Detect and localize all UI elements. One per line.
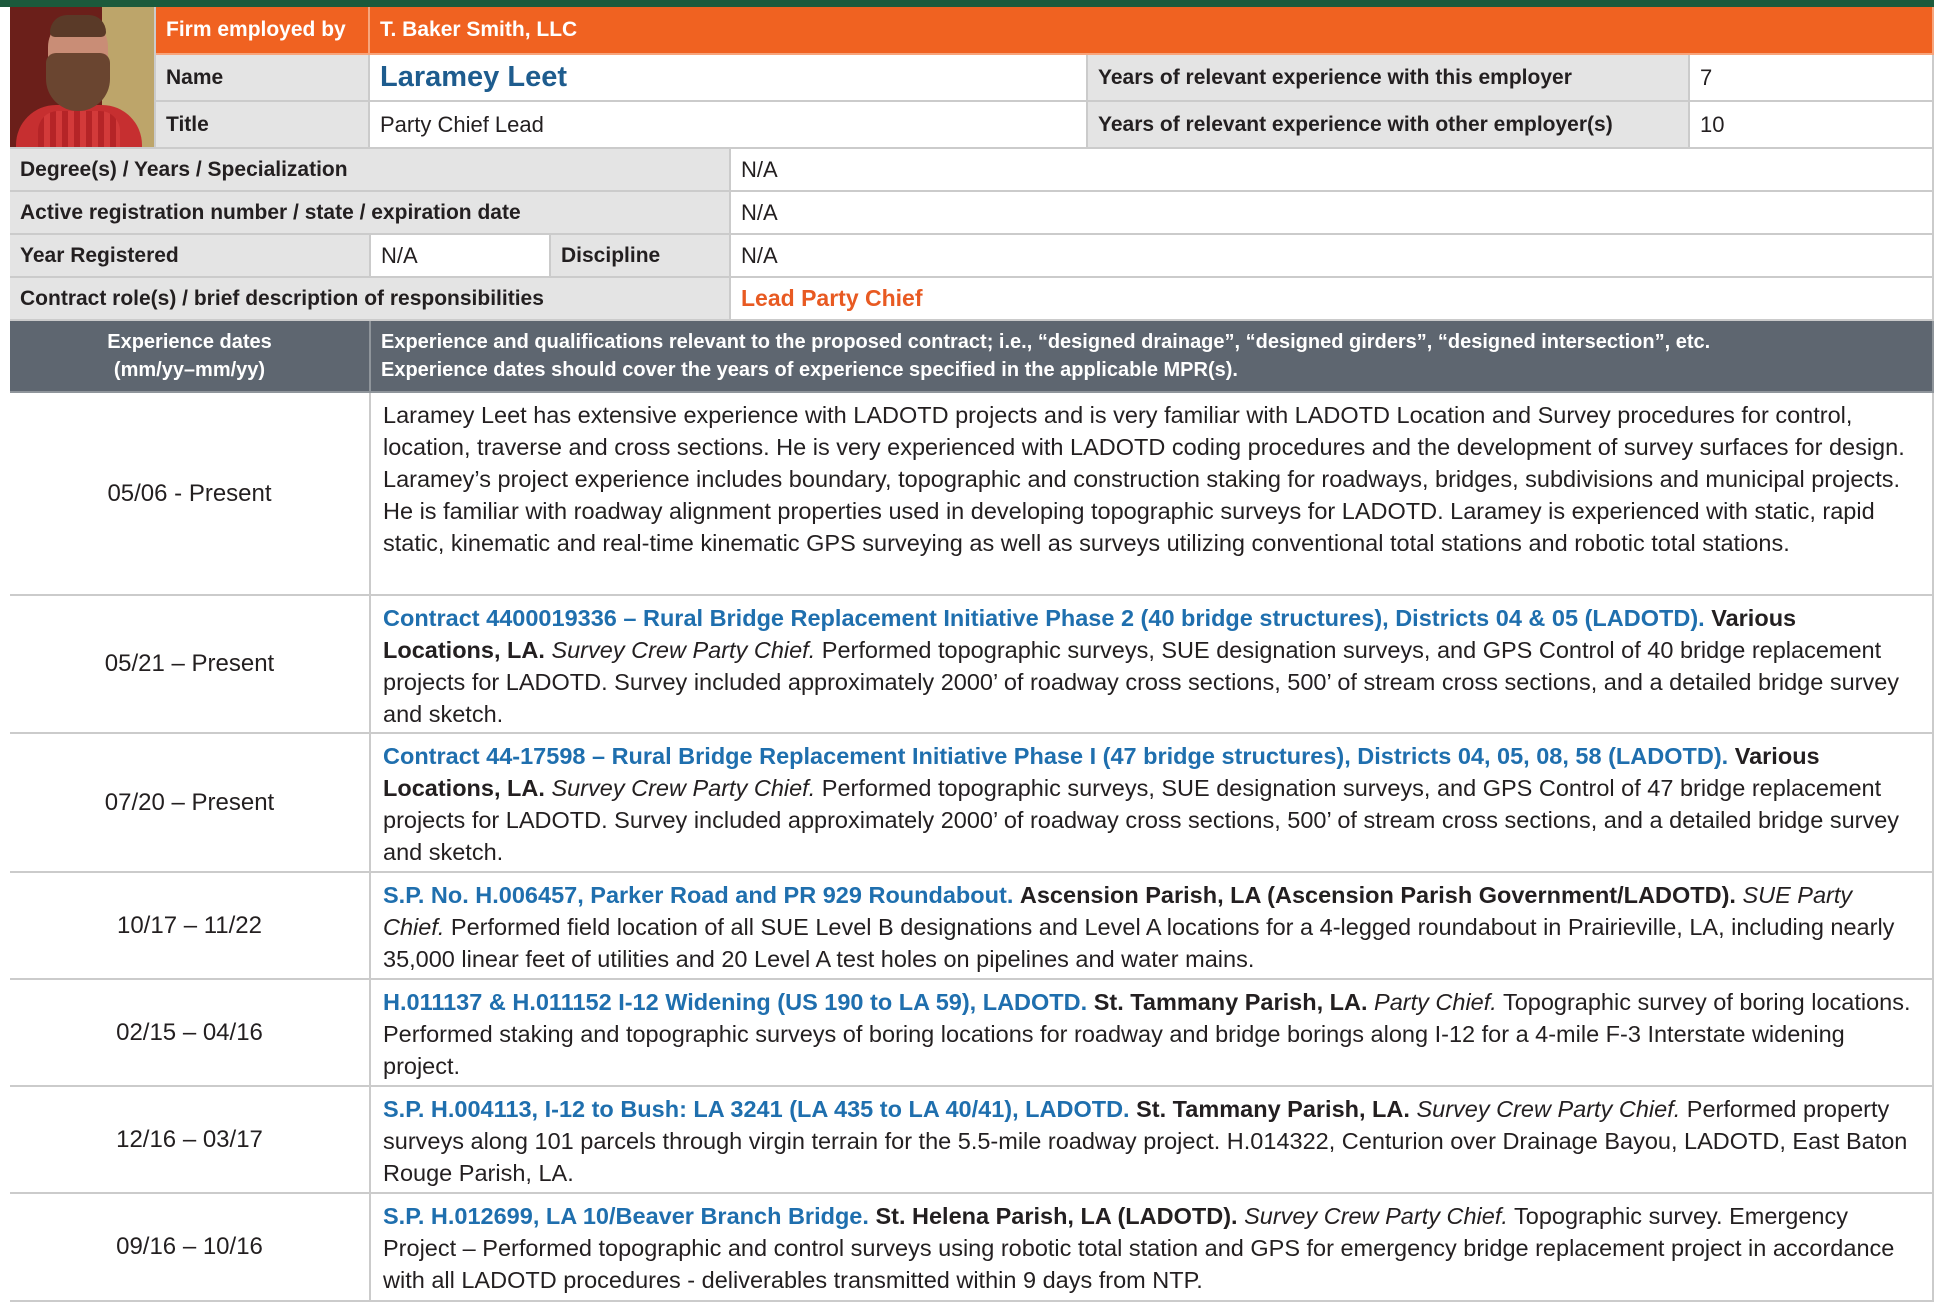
name-label: Name: [156, 55, 370, 102]
firm-value: T. Baker Smith, LLC: [370, 7, 1934, 55]
project-role: Party Chief.: [1374, 989, 1497, 1015]
experience-dates-header: Experience dates (mm/yy–mm/yy): [10, 321, 371, 393]
experience-dates: 05/21 – Present: [10, 596, 371, 734]
desc-header-line1: Experience and qualifications relevant t…: [381, 331, 1711, 353]
degree-value: N/A: [731, 149, 1934, 192]
discipline-label: Discipline: [551, 235, 731, 278]
experience-row: 07/20 – Present Contract 44-17598 – Rura…: [10, 734, 1934, 873]
project-name: H.011137 & H.011152 I-12 Widening (US 19…: [383, 989, 1088, 1015]
experience-dates: 09/16 – 10/16: [10, 1194, 371, 1302]
years-other-value: 10: [1690, 102, 1934, 149]
project-role: Survey Crew Party Chief.: [551, 637, 816, 663]
experience-description: Laramey Leet has extensive experience wi…: [371, 393, 1934, 596]
project-name: S.P. H.004113, I-12 to Bush: LA 3241 (LA…: [383, 1096, 1130, 1122]
experience-description: Contract 44-17598 – Rural Bridge Replace…: [371, 734, 1934, 873]
year-registered-label: Year Registered: [10, 235, 371, 278]
project-role: Survey Crew Party Chief.: [551, 775, 816, 801]
project-name: Contract 44-17598 – Rural Bridge Replace…: [383, 743, 1729, 769]
experience-dates: 07/20 – Present: [10, 734, 371, 873]
experience-row: 10/17 – 11/22 S.P. No. H.006457, Parker …: [10, 873, 1934, 980]
project-role: Survey Crew Party Chief.: [1244, 1203, 1508, 1229]
project-name: Contract 4400019336 – Rural Bridge Repla…: [383, 605, 1705, 631]
dates-header-line2: (mm/yy–mm/yy): [113, 359, 266, 381]
contract-role-value: Lead Party Chief: [731, 278, 1934, 321]
project-location: St. Helena Parish, LA (LADOTD).: [875, 1203, 1238, 1229]
experience-description: Contract 4400019336 – Rural Bridge Repla…: [371, 596, 1934, 734]
project-name: S.P. H.012699, LA 10/Beaver Branch Bridg…: [383, 1203, 869, 1229]
years-employer-value: 7: [1690, 55, 1934, 102]
project-role: Survey Crew Party Chief.: [1416, 1096, 1681, 1122]
experience-row: 09/16 – 10/16 S.P. H.012699, LA 10/Beave…: [10, 1194, 1934, 1302]
experience-text: Performed field location of all SUE Leve…: [383, 914, 1895, 972]
experience-description: S.P. H.004113, I-12 to Bush: LA 3241 (LA…: [371, 1087, 1934, 1194]
experience-text: Laramey Leet has extensive experience wi…: [383, 402, 1905, 556]
experience-header: Experience dates (mm/yy–mm/yy) Experienc…: [10, 321, 1934, 393]
year-registered-row: Year Registered N/A Discipline N/A: [10, 235, 1934, 278]
experience-description: S.P. No. H.006457, Parker Road and PR 92…: [371, 873, 1934, 980]
title-value: Party Chief Lead: [370, 102, 1088, 149]
registration-row: Active registration number / state / exp…: [10, 192, 1934, 235]
firm-label: Firm employed by: [156, 7, 370, 55]
resume-page: Firm employed by T. Baker Smith, LLC Nam…: [0, 0, 1934, 1302]
contract-role-label: Contract role(s) / brief description of …: [10, 278, 731, 321]
registration-value: N/A: [731, 192, 1934, 235]
experience-dates: 10/17 – 11/22: [10, 873, 371, 980]
dates-header-line1: Experience dates: [107, 331, 272, 353]
experience-dates: 02/15 – 04/16: [10, 980, 371, 1087]
resume-table: Firm employed by T. Baker Smith, LLC Nam…: [10, 7, 1934, 1302]
experience-row: 05/06 - Present Laramey Leet has extensi…: [10, 393, 1934, 596]
title-label: Title: [156, 102, 370, 149]
project-location: Ascension Parish, LA (Ascension Parish G…: [1019, 882, 1736, 908]
experience-description-header: Experience and qualifications relevant t…: [371, 321, 1934, 393]
avatar: [10, 7, 156, 149]
project-name: S.P. No. H.006457, Parker Road and PR 92…: [383, 882, 1014, 908]
experience-dates: 05/06 - Present: [10, 393, 371, 596]
top-accent-bar: [0, 0, 1934, 7]
personnel-header: Firm employed by T. Baker Smith, LLC Nam…: [10, 7, 1934, 149]
years-employer-label: Years of relevant experience with this e…: [1088, 55, 1690, 102]
name-value: Laramey Leet: [370, 55, 1088, 102]
experience-row: 12/16 – 03/17 S.P. H.004113, I-12 to Bus…: [10, 1087, 1934, 1194]
experience-row: 05/21 – Present Contract 4400019336 – Ru…: [10, 596, 1934, 734]
project-location: St. Tammany Parish, LA.: [1093, 989, 1368, 1015]
registration-label: Active registration number / state / exp…: [10, 192, 731, 235]
contract-role-row: Contract role(s) / brief description of …: [10, 278, 1934, 321]
degree-row: Degree(s) / Years / Specialization N/A: [10, 149, 1934, 192]
discipline-value: N/A: [731, 235, 1934, 278]
desc-header-line2: Experience dates should cover the years …: [381, 359, 1238, 381]
years-other-label: Years of relevant experience with other …: [1088, 102, 1690, 149]
experience-dates: 12/16 – 03/17: [10, 1087, 371, 1194]
experience-description: H.011137 & H.011152 I-12 Widening (US 19…: [371, 980, 1934, 1087]
project-location: St. Tammany Parish, LA.: [1136, 1096, 1410, 1122]
experience-description: S.P. H.012699, LA 10/Beaver Branch Bridg…: [371, 1194, 1934, 1302]
degree-label: Degree(s) / Years / Specialization: [10, 149, 731, 192]
year-registered-value: N/A: [371, 235, 551, 278]
experience-row: 02/15 – 04/16 H.011137 & H.011152 I-12 W…: [10, 980, 1934, 1087]
